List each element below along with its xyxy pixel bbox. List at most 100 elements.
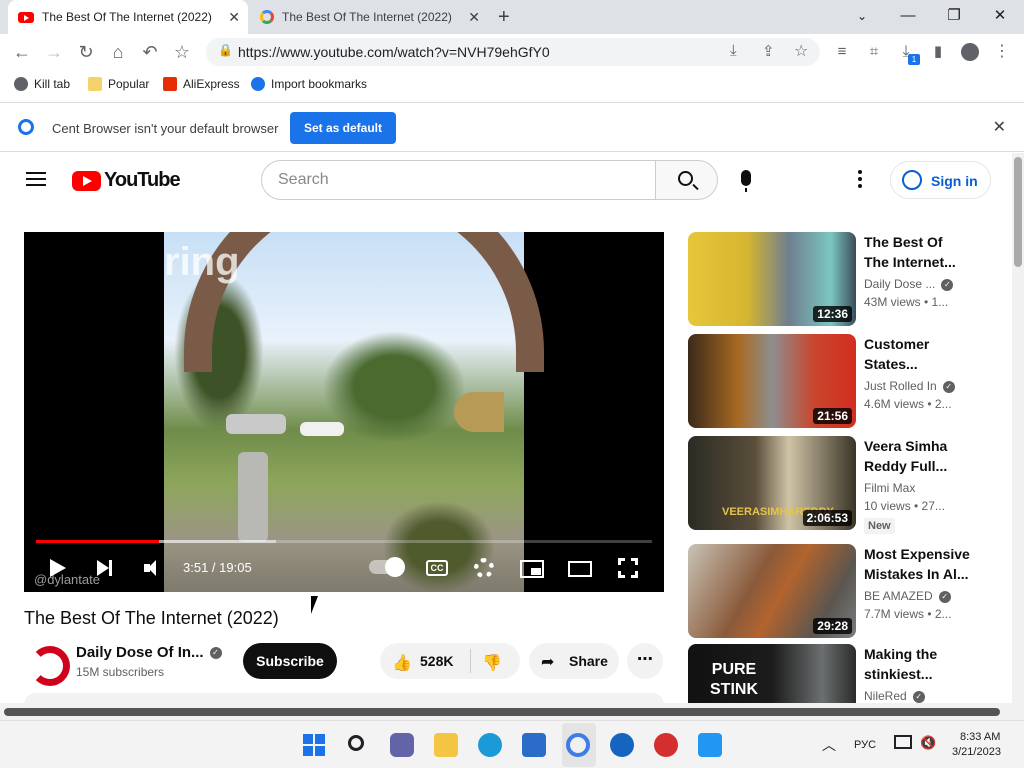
related-video[interactable]: 21:56 Customer States... Just Rolled In ✓ …	[688, 334, 1008, 428]
related-video[interactable]: 12:36 The Best Of The Internet... Daily D…	[688, 232, 1008, 326]
autoplay-toggle[interactable]	[369, 557, 405, 577]
related-video[interactable]: 29:28 Most Expensive Mistakes In Al... BE…	[688, 544, 1008, 638]
clock-time[interactable]: 8:33 AM	[960, 731, 1000, 743]
close-window-icon[interactable]: ✕	[980, 4, 1020, 28]
close-tab-icon[interactable]: ✕	[228, 9, 240, 26]
search-icon[interactable]	[346, 733, 370, 757]
related-title[interactable]: Making the stinkiest...	[864, 644, 964, 684]
youtube-logo[interactable]: YouTube	[72, 169, 181, 192]
reload-icon[interactable]: ↻	[74, 40, 98, 64]
teams-chat-icon[interactable]	[390, 733, 414, 757]
like-thumb-up-icon[interactable]: 👍	[392, 653, 412, 673]
volume-icon[interactable]	[144, 560, 164, 576]
theater-mode-icon[interactable]	[568, 561, 592, 577]
search-button[interactable]	[655, 160, 718, 200]
windows-start-icon[interactable]	[302, 733, 326, 757]
related-title[interactable]: Veera Simha Reddy Full...	[864, 436, 964, 476]
like-count[interactable]: 528K	[420, 653, 453, 669]
file-explorer-icon[interactable]	[434, 733, 458, 757]
network-icon[interactable]	[894, 735, 912, 749]
edge-icon[interactable]	[478, 733, 502, 757]
bookmark-import[interactable]: Import bookmarks	[251, 77, 367, 91]
bookmark-popular[interactable]: Popular	[88, 77, 149, 91]
bookmark-kill-tab[interactable]: Kill tab	[14, 77, 70, 91]
video-thumbnail[interactable]: 29:28	[688, 544, 856, 638]
video-thumbnail[interactable]: 12:36	[688, 232, 856, 326]
clock-date[interactable]: 3/21/2023	[952, 746, 1001, 758]
horizontal-scrollbar[interactable]	[0, 703, 1024, 720]
progress-bar[interactable]	[36, 540, 652, 543]
magnifier-app-icon[interactable]	[698, 733, 722, 757]
side-panel-icon[interactable]: ▮	[926, 40, 950, 64]
crop-icon[interactable]: ⌗	[862, 40, 886, 64]
sign-in-label: Sign in	[931, 173, 978, 189]
video-thumbnail[interactable]: 21:56	[688, 334, 856, 428]
vertical-scrollbar[interactable]	[1012, 153, 1024, 703]
ccleaner-icon[interactable]	[654, 733, 678, 757]
video-thumbnail[interactable]: VEERASIMHAREDDY 2:06:53	[688, 436, 856, 530]
video-player[interactable]: ring @dylantate 3:51 / 19:05 CC	[24, 232, 664, 592]
youtube-play-logo-icon	[72, 170, 101, 191]
address-bar[interactable]: 🔒 https://www.youtube.com/watch?v=NVH79e…	[206, 38, 820, 66]
share-button[interactable]: ➦ Share	[529, 643, 619, 679]
description-box[interactable]	[24, 693, 664, 703]
tab-search-chevron-icon[interactable]: ⌄	[842, 4, 882, 28]
reading-list-icon[interactable]: ≡	[830, 40, 854, 64]
search-input[interactable]: Search	[261, 160, 656, 200]
share-page-icon[interactable]: ⇪	[762, 42, 775, 60]
download-icon[interactable]: ⤓ 1	[894, 40, 920, 65]
related-title[interactable]: The Best Of The Internet...	[864, 232, 964, 272]
malwarebytes-icon[interactable]	[610, 733, 634, 757]
related-channel[interactable]: Just Rolled In ✓	[864, 379, 955, 393]
miniplayer-icon[interactable]	[520, 560, 544, 578]
next-video-icon[interactable]	[97, 560, 112, 576]
store-icon[interactable]	[522, 733, 546, 757]
video-thumbnail[interactable]: PURE STINK	[688, 644, 856, 703]
related-title[interactable]: Customer States...	[864, 334, 964, 374]
forward-arrow-icon[interactable]: →	[42, 40, 66, 64]
related-channel[interactable]: Daily Dose ... ✓	[864, 277, 954, 291]
input-language[interactable]: РУС	[854, 739, 876, 751]
dislike-thumb-down-icon[interactable]: 👎	[482, 653, 502, 673]
profile-icon[interactable]	[958, 40, 982, 64]
undo-close-tab-icon[interactable]: ↶	[138, 40, 162, 64]
volume-muted-icon[interactable]: 🔇	[920, 735, 936, 751]
bookmark-aliexpress[interactable]: AliExpress	[163, 77, 240, 91]
voice-search-mic-icon[interactable]	[741, 170, 751, 192]
settings-kebab-icon[interactable]	[858, 170, 862, 188]
restore-icon[interactable]: ❐	[934, 4, 974, 28]
channel-avatar[interactable]	[28, 643, 70, 686]
related-channel[interactable]: Filmi Max	[864, 481, 915, 495]
minimize-icon[interactable]: —	[888, 4, 928, 28]
related-video[interactable]: VEERASIMHAREDDY 2:06:53 Veera Simha Reddy…	[688, 436, 1008, 534]
related-title[interactable]: Most Expensive Mistakes In Al...	[864, 544, 974, 584]
tab-google[interactable]: The Best Of The Internet (2022) - ✕	[250, 0, 488, 34]
url-text[interactable]: https://www.youtube.com/watch?v=NVH79ehG…	[238, 44, 550, 60]
related-channel[interactable]: NileRed ✓	[864, 689, 925, 703]
sign-in-button[interactable]: Sign in	[890, 161, 991, 199]
related-video[interactable]: PURE STINK Making the stinkiest... NileRed…	[688, 644, 1008, 703]
bookmark-star-icon[interactable]: ☆	[170, 40, 194, 64]
fullscreen-icon[interactable]	[617, 557, 639, 579]
captions-cc-icon[interactable]: CC	[426, 560, 448, 576]
video-frame	[164, 232, 544, 592]
duration-badge: 21:56	[813, 408, 852, 424]
bookmark-page-star-icon[interactable]: ☆	[794, 41, 808, 61]
guide-menu-icon[interactable]	[26, 172, 46, 186]
tab-youtube-active[interactable]: The Best Of The Internet (2022) - ✕	[8, 0, 248, 34]
subscribe-button[interactable]: Subscribe	[243, 643, 337, 679]
close-infobar-icon[interactable]: ✕	[993, 117, 1006, 137]
home-icon[interactable]: ⌂	[106, 40, 130, 64]
more-actions-button[interactable]: ⋯	[627, 643, 663, 679]
play-icon[interactable]	[50, 559, 66, 577]
install-app-icon[interactable]: ⤓	[730, 42, 737, 59]
menu-kebab-icon[interactable]: ⋮	[990, 40, 1014, 64]
back-arrow-icon[interactable]: ←	[10, 40, 34, 64]
related-channel[interactable]: BE AMAZED ✓	[864, 589, 951, 603]
show-hidden-icons-chevron-icon[interactable]: ︿	[822, 735, 836, 755]
close-tab-icon[interactable]: ✕	[468, 9, 480, 26]
new-tab-plus-icon[interactable]: +	[498, 6, 510, 29]
channel-name[interactable]: Daily Dose Of In... ✓	[76, 644, 222, 661]
set-as-default-button[interactable]: Set as default	[290, 112, 396, 144]
settings-gear-icon[interactable]	[474, 558, 494, 578]
